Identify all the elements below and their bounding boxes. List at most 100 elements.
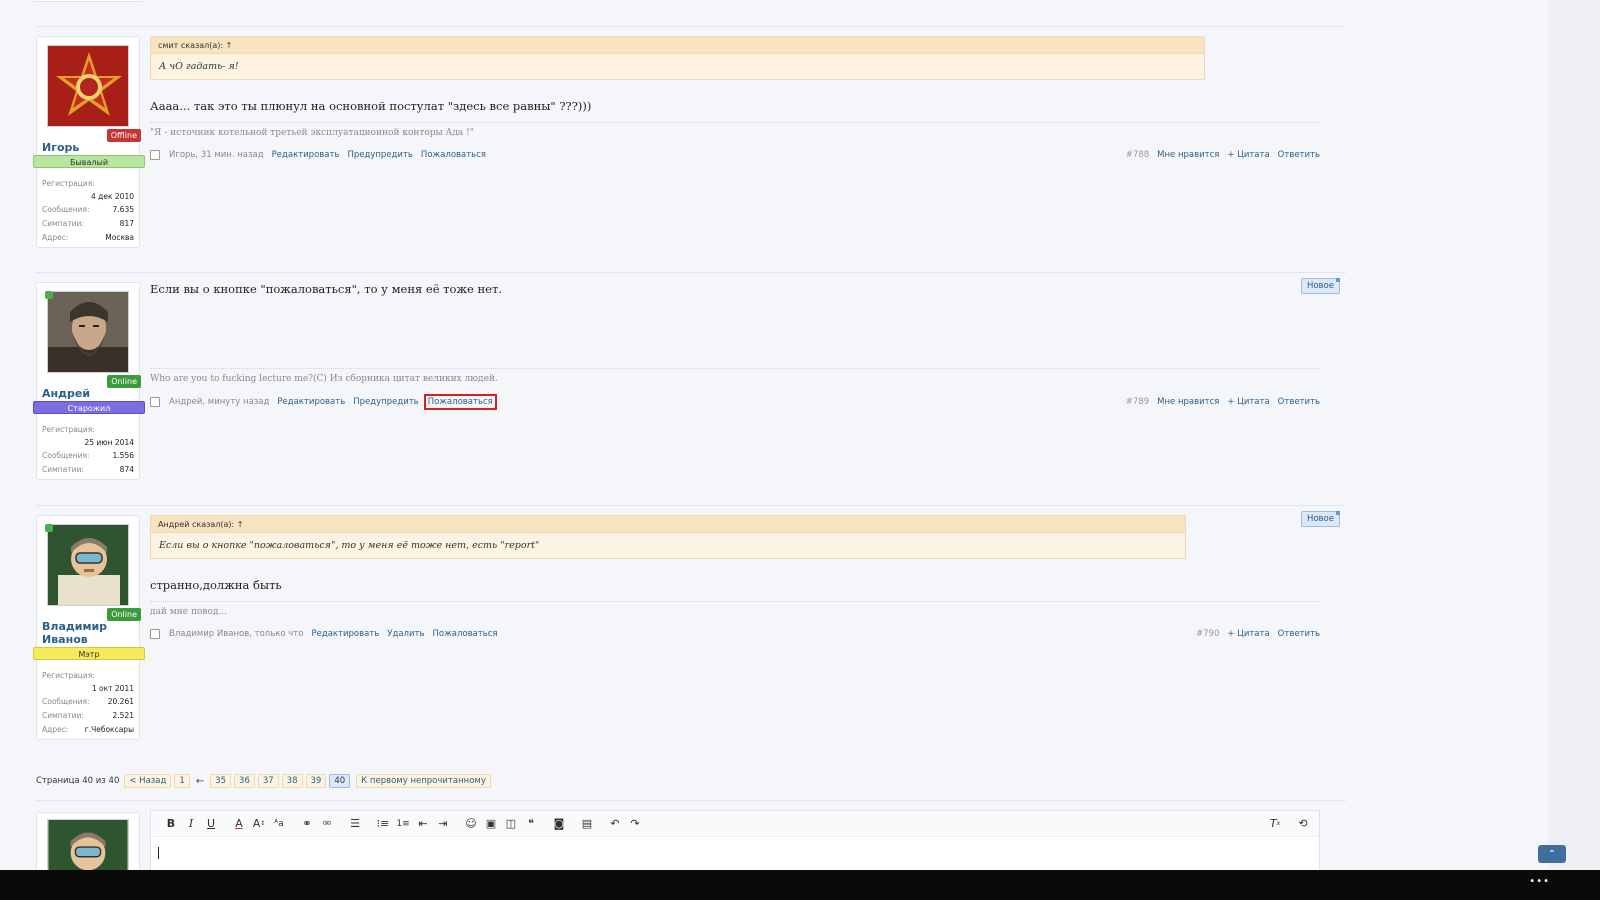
quote-header[interactable]: Андрей сказал(а): ↑ (151, 516, 1185, 533)
edit-link[interactable]: Редактировать (272, 150, 340, 160)
reply-avatar (36, 812, 140, 872)
numbered-list-icon[interactable]: 1≡ (393, 814, 413, 834)
stat-value: 1.556 (112, 451, 134, 460)
page-link-39[interactable]: 39 (305, 774, 327, 788)
stat-label: Регистрация: (42, 179, 95, 188)
page-link-1[interactable]: 1 (174, 774, 190, 788)
page-link-37[interactable]: 37 (257, 774, 279, 788)
link-icon[interactable]: ⚭ (297, 814, 317, 834)
page-link-38[interactable]: 38 (281, 774, 303, 788)
cartoon-professor-avatar-image (48, 525, 128, 605)
indent-icon[interactable]: ⇥ (433, 814, 453, 834)
stat-label: Регистрация: (42, 425, 95, 434)
signature: "Я - источник котельной третьей эксплуат… (150, 128, 474, 138)
stat-label: Симпатии: (42, 465, 84, 474)
username[interactable]: Владимир Иванов (42, 620, 122, 646)
stat-value: г.Чебоксары (84, 725, 134, 734)
quote-link[interactable]: + Цитата (1227, 629, 1269, 639)
report-link[interactable]: Пожаловаться (421, 150, 486, 160)
user-card: Offline Игорь Бывалый Регистрация: 4 дек … (33, 36, 145, 248)
stat-row: Сообщения: 7.635 (42, 203, 134, 217)
quote-icon[interactable]: ❝ (521, 814, 541, 834)
quote-link[interactable]: + Цитата (1227, 397, 1269, 407)
skipped-pages-arrow[interactable]: ← (196, 776, 204, 787)
warn-link[interactable]: Предупредить (353, 397, 418, 407)
warn-link[interactable]: Предупредить (347, 150, 412, 160)
status-badge: Online (107, 375, 141, 388)
signature-divider (150, 601, 1320, 602)
username[interactable]: Андрей (42, 387, 90, 400)
user-rank: Бывалый (33, 155, 145, 168)
stat-row: Регистрация: 25 июн 2014 (42, 423, 134, 449)
unlink-icon[interactable]: ⚮ (317, 814, 337, 834)
stat-label: Сообщения: (42, 451, 90, 460)
stat-value: 1 окт 2011 (91, 684, 134, 693)
stat-row: Сообщения: 1.556 (42, 449, 134, 463)
page-link-40-current[interactable]: 40 (329, 774, 351, 788)
post-number[interactable]: #788 (1126, 150, 1149, 160)
like-link[interactable]: Мне нравится (1157, 397, 1219, 407)
post-separator (36, 272, 1346, 273)
stat-label: Регистрация: (42, 671, 95, 680)
quote-link[interactable]: + Цитата (1227, 150, 1269, 160)
scroll-to-top-button[interactable]: ⌃ (1538, 845, 1566, 863)
reply-link[interactable]: Ответить (1278, 150, 1320, 160)
signature: Who are you to fucking lecture me?(С) Из… (150, 374, 498, 384)
select-checkbox[interactable] (150, 397, 160, 407)
report-link[interactable]: Пожаловаться (432, 629, 497, 639)
font-color-icon[interactable]: A (229, 814, 249, 834)
page-link-36[interactable]: 36 (234, 774, 255, 788)
edit-link[interactable]: Редактировать (311, 629, 379, 639)
camera-icon[interactable]: ◙ (549, 814, 569, 834)
toggle-bbcode-icon[interactable]: ⟲ (1293, 814, 1313, 834)
avatar[interactable] (47, 291, 129, 373)
select-checkbox[interactable] (150, 629, 160, 639)
outdent-icon[interactable]: ⇤ (413, 814, 433, 834)
user-stats: Регистрация: 1 окт 2011 Сообщения: 20.261 … (42, 669, 134, 737)
smiley-icon[interactable]: ☺ (461, 814, 481, 834)
stat-value: 817 (119, 219, 134, 228)
page-indicator: Страница 40 из 40 (36, 776, 120, 786)
new-badge: Новое (1300, 511, 1341, 527)
prev-page-button[interactable]: < Назад (124, 774, 172, 788)
avatar[interactable] (47, 45, 129, 127)
avatar[interactable] (47, 524, 129, 606)
image-icon[interactable]: ▣ (481, 814, 501, 834)
bullet-list-icon[interactable]: ⁝≡ (373, 814, 393, 834)
bold-icon[interactable]: B (161, 814, 181, 834)
select-checkbox[interactable] (150, 150, 160, 160)
signature: дай мне повод... (150, 607, 227, 617)
remove-format-icon[interactable]: Tx (1265, 814, 1285, 834)
edit-link[interactable]: Редактировать (277, 397, 345, 407)
page-link-35[interactable]: 35 (210, 774, 232, 788)
save-draft-icon[interactable]: ▤ (577, 814, 597, 834)
reply-link[interactable]: Ответить (1278, 397, 1320, 407)
media-icon[interactable]: ◫ (501, 814, 521, 834)
post-number[interactable]: #789 (1126, 397, 1149, 407)
author-time[interactable]: Андрей, минуту назад (169, 397, 269, 407)
stat-row: Адрес: г.Чебоксары (42, 723, 134, 737)
underline-icon[interactable]: U (201, 814, 221, 834)
like-link[interactable]: Мне нравится (1157, 150, 1219, 160)
italic-icon[interactable]: I (181, 814, 201, 834)
font-size-icon[interactable]: A ↕ (249, 814, 269, 834)
reply-link[interactable]: Ответить (1278, 629, 1320, 639)
align-icon[interactable]: ☰ (345, 814, 365, 834)
report-link[interactable]: Пожаловаться (423, 394, 497, 410)
username[interactable]: Игорь (42, 141, 79, 154)
author-time[interactable]: Владимир Иванов, только что (169, 629, 303, 639)
quote-text: А чО гадать- я! (159, 61, 239, 72)
first-unread-button[interactable]: К первому непрочитанному (356, 774, 491, 788)
redo-icon[interactable]: ↷ (625, 814, 645, 834)
editor-toolbar: B I U A A ↕ ᴬa ⚭ ⚮ ☰ ⁝≡ 1≡ ⇤ ⇥ ☺ ▣ ◫ ❝ ◙ … (151, 811, 1319, 837)
quote-block: Андрей сказал(а): ↑ Если вы о кнопке "по… (150, 515, 1186, 559)
post-number[interactable]: #790 (1196, 629, 1219, 639)
author-time[interactable]: Игорь, 31 мин. назад (169, 150, 264, 160)
quote-block: смит сказал(а): ↑ А чО гадать- я! (150, 36, 1205, 80)
font-family-icon[interactable]: ᴬa (269, 814, 289, 834)
quote-header[interactable]: смит сказал(а): ↑ (151, 37, 1204, 54)
delete-link[interactable]: Удалить (387, 629, 424, 639)
stat-value: Москва (105, 233, 134, 242)
undo-icon[interactable]: ↶ (605, 814, 625, 834)
more-dots-icon[interactable]: ••• (1529, 876, 1550, 887)
